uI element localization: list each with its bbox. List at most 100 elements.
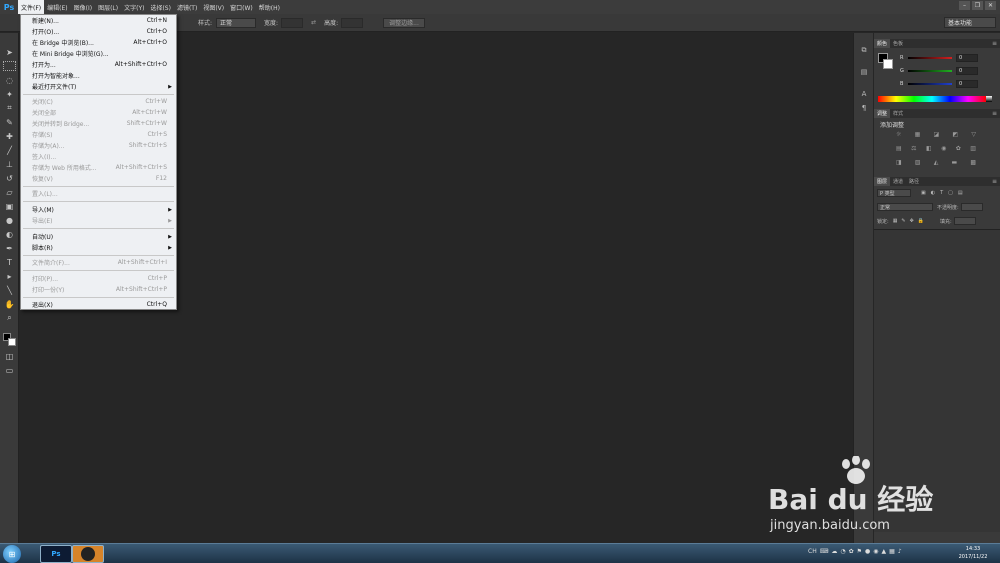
tab-paths[interactable]: 路径: [906, 177, 922, 186]
vibrance-icon[interactable]: ▽: [971, 131, 976, 138]
type-tool-icon[interactable]: T: [3, 257, 16, 267]
menu-item-save-as[interactable]: 存储为(A)... Shift+Ctrl+S: [21, 140, 176, 151]
levels-icon[interactable]: ▦: [915, 131, 921, 138]
blue-value-field[interactable]: 0: [956, 79, 978, 88]
menu-item-save-for-web[interactable]: 存储为 Web 所用格式... Alt+Shift+Ctrl+S: [21, 162, 176, 173]
panel-menu-icon[interactable]: ≡: [992, 178, 997, 185]
menu-item-save[interactable]: 存储(S) Ctrl+S: [21, 129, 176, 140]
brush-tool-icon[interactable]: ╱: [3, 145, 16, 155]
menu-image[interactable]: 图像(I): [71, 0, 95, 14]
red-slider[interactable]: R 0: [900, 53, 996, 62]
panel-menu-icon[interactable]: ≡: [992, 40, 997, 47]
menu-item-open-as[interactable]: 打开为... Alt+Shift+Ctrl+O: [21, 59, 176, 70]
line-tool-icon[interactable]: ╲: [3, 285, 16, 295]
ime-indicator[interactable]: CH: [808, 548, 817, 555]
hue-saturation-icon[interactable]: ▤: [896, 145, 902, 152]
tab-channels[interactable]: 通道: [890, 177, 906, 186]
selective-color-icon[interactable]: ▩: [970, 159, 976, 166]
menu-item-new[interactable]: 新建(N)... Ctrl+N: [21, 15, 176, 26]
menu-item-close-go-bridge[interactable]: 关闭并转到 Bridge... Shift+Ctrl+W: [21, 118, 176, 129]
zoom-tool-icon[interactable]: ⌕: [3, 313, 16, 323]
photo-filter-icon[interactable]: ◉: [941, 145, 946, 152]
menu-filter[interactable]: 滤镜(T): [174, 0, 200, 14]
menu-item-print[interactable]: 打印(P)... Ctrl+P: [21, 273, 176, 284]
height-input[interactable]: [341, 17, 364, 28]
quick-select-tool-icon[interactable]: ✦: [3, 89, 16, 99]
exposure-icon[interactable]: ◩: [952, 131, 958, 138]
start-button-icon[interactable]: ⊞: [3, 545, 21, 563]
menu-item-file-info[interactable]: 文件简介(F)... Alt+Shift+Ctrl+I: [21, 257, 176, 268]
brightness-icon[interactable]: ☼: [896, 131, 901, 138]
lock-icons[interactable]: ▦✎✥🔒: [893, 218, 928, 224]
clone-stamp-tool-icon[interactable]: ⊥: [3, 159, 16, 169]
menu-item-import[interactable]: 导入(M) ▶: [21, 204, 176, 215]
posterize-icon[interactable]: ▧: [915, 159, 921, 166]
blend-mode-select[interactable]: 正常: [877, 203, 933, 211]
tab-adjustments[interactable]: 调整: [874, 109, 891, 118]
menu-item-print-one-copy[interactable]: 打印一份(Y) Alt+Shift+Ctrl+P: [21, 284, 176, 295]
dodge-tool-icon[interactable]: ◐: [3, 229, 16, 239]
background-color-swatch[interactable]: [883, 59, 893, 69]
path-select-tool-icon[interactable]: ▸: [3, 271, 16, 281]
swap-icon[interactable]: ⇄: [311, 19, 316, 26]
tray-icon[interactable]: ◉: [873, 548, 878, 555]
quick-mask-icon[interactable]: ◫: [3, 351, 16, 361]
paragraph-panel-icon[interactable]: ¶: [858, 103, 870, 113]
menu-edit[interactable]: 编辑(E): [44, 0, 70, 14]
hand-tool-icon[interactable]: ✋: [3, 299, 16, 309]
history-brush-tool-icon[interactable]: ↺: [3, 173, 16, 183]
style-select[interactable]: 正常: [216, 17, 257, 28]
color-balance-icon[interactable]: ⚖: [911, 145, 916, 152]
green-value-field[interactable]: 0: [956, 66, 978, 75]
workspace-select[interactable]: 基本功能: [944, 17, 996, 28]
menu-item-recent-files[interactable]: 最近打开文件(T) ▶: [21, 81, 176, 92]
history-panel-icon[interactable]: ⧉: [858, 45, 870, 55]
tray-icon[interactable]: ⌨: [820, 548, 829, 555]
color-spectrum[interactable]: [878, 96, 986, 102]
color-lookup-icon[interactable]: ▥: [970, 145, 976, 152]
opacity-field[interactable]: [960, 203, 983, 211]
layer-filter-icons[interactable]: ▣◐T▢▤: [921, 190, 968, 196]
tab-styles[interactable]: 样式: [890, 109, 906, 118]
volume-icon[interactable]: ♪: [898, 548, 902, 555]
curves-icon[interactable]: ◪: [934, 131, 940, 138]
menu-item-check-in[interactable]: 签入(I)...: [21, 151, 176, 162]
channel-mixer-icon[interactable]: ✿: [956, 145, 961, 152]
tab-swatches[interactable]: 色板: [890, 39, 906, 48]
move-tool-icon[interactable]: ➤: [3, 47, 16, 57]
restore-button[interactable]: ❐: [972, 1, 983, 10]
tray-icon[interactable]: ⚑: [857, 548, 862, 555]
refine-edge-button[interactable]: 调整边缘...: [383, 17, 425, 28]
blur-tool-icon[interactable]: ●: [3, 215, 16, 225]
fill-field[interactable]: [953, 217, 976, 225]
close-button[interactable]: ✕: [985, 1, 996, 10]
threshold-icon[interactable]: ◭: [934, 159, 939, 166]
menu-help[interactable]: 帮助(H): [256, 0, 283, 14]
tray-icon[interactable]: ●: [865, 548, 870, 555]
crop-tool-icon[interactable]: ⌗: [3, 103, 16, 113]
gradient-tool-icon[interactable]: ▣: [3, 201, 16, 211]
lasso-tool-icon[interactable]: ◌: [3, 75, 16, 85]
tray-icon[interactable]: ▲: [882, 548, 887, 555]
panel-menu-icon[interactable]: ≡: [992, 110, 997, 117]
menu-item-close[interactable]: 关闭(C) Ctrl+W: [21, 96, 176, 107]
background-color-swatch[interactable]: [8, 338, 16, 346]
taskbar-photoshop[interactable]: Ps: [40, 545, 72, 563]
green-slider[interactable]: G 0: [900, 66, 996, 75]
actions-panel-icon[interactable]: ▤: [858, 67, 870, 77]
tray-icon[interactable]: ☁: [831, 548, 837, 555]
layer-kind-filter[interactable]: P 类型: [877, 189, 911, 197]
tab-color[interactable]: 颜色: [874, 39, 891, 48]
menu-type[interactable]: 文字(Y): [121, 0, 147, 14]
menu-item-revert[interactable]: 恢复(V) F12: [21, 173, 176, 184]
menu-item-exit[interactable]: 退出(X) Ctrl+Q: [21, 299, 176, 310]
menu-item-scripts[interactable]: 脚本(R) ▶: [21, 242, 176, 253]
healing-brush-tool-icon[interactable]: ✚: [3, 131, 16, 141]
system-clock[interactable]: 14:33 2017/11/22: [950, 545, 996, 561]
eraser-tool-icon[interactable]: ▱: [3, 187, 16, 197]
eyedropper-tool-icon[interactable]: ✎: [3, 117, 16, 127]
color-spectrum-bw[interactable]: [986, 96, 992, 102]
blue-slider[interactable]: B 0: [900, 79, 996, 88]
black-white-icon[interactable]: ◧: [926, 145, 932, 152]
menu-select[interactable]: 选择(S): [147, 0, 174, 14]
